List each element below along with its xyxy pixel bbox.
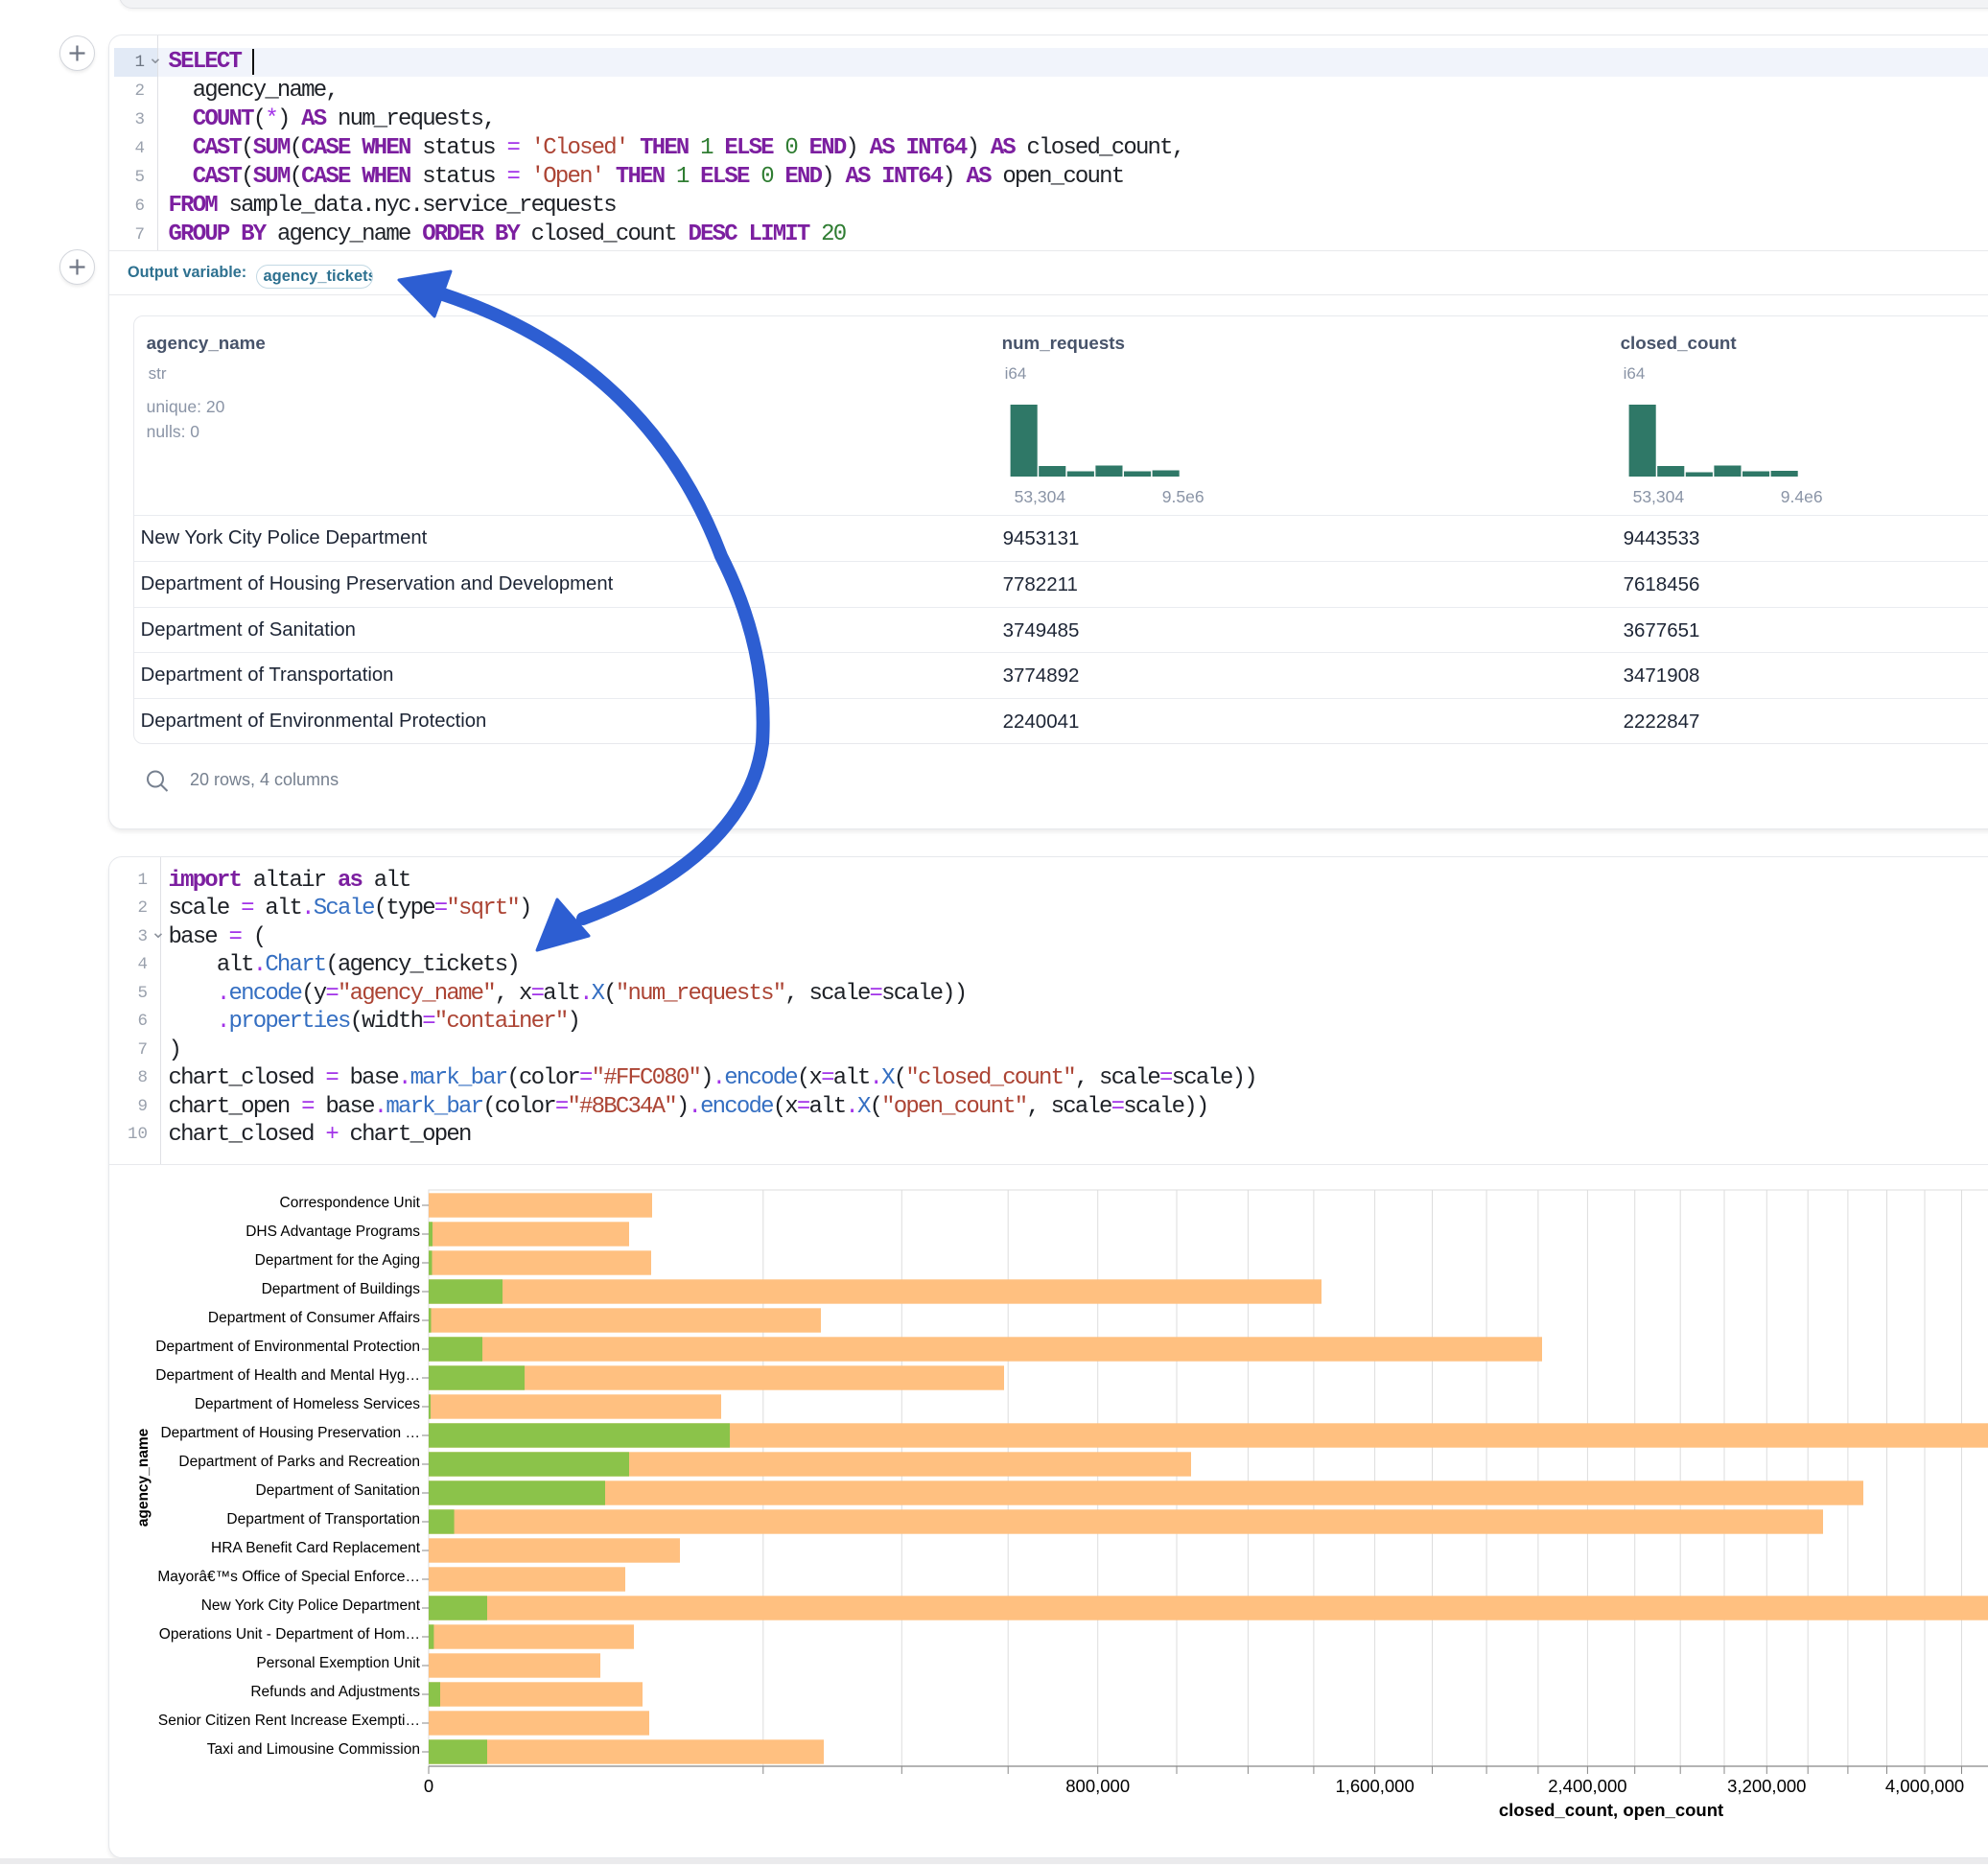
svg-text:3,200,000: 3,200,000 xyxy=(1727,1776,1806,1796)
svg-text:800,000: 800,000 xyxy=(1065,1776,1130,1796)
svg-text:4,000,000: 4,000,000 xyxy=(1885,1776,1964,1796)
svg-text:DHS Advantage Programs: DHS Advantage Programs xyxy=(246,1224,420,1240)
svg-text:Operations Unit - Department o: Operations Unit - Department of Hom… xyxy=(159,1626,420,1643)
svg-text:Department of Environmental Pr: Department of Environmental Protection xyxy=(155,1339,420,1355)
svg-text:Department of Sanitation: Department of Sanitation xyxy=(256,1482,420,1499)
svg-text:Refunds and Adjustments: Refunds and Adjustments xyxy=(250,1684,420,1700)
svg-text:Personal Exemption Unit: Personal Exemption Unit xyxy=(256,1655,420,1671)
svg-text:Senior Citizen Rent Increase E: Senior Citizen Rent Increase Exempti… xyxy=(158,1713,420,1729)
svg-text:New York City Police Departmen: New York City Police Department xyxy=(201,1597,421,1614)
svg-text:1,600,000: 1,600,000 xyxy=(1335,1776,1414,1796)
svg-text:HRA Benefit Card Replacement: HRA Benefit Card Replacement xyxy=(211,1540,421,1556)
svg-text:Department of Consumer Affairs: Department of Consumer Affairs xyxy=(208,1310,420,1326)
svg-text:Department of Health and Menta: Department of Health and Mental Hyg… xyxy=(155,1367,420,1384)
svg-text:Department of Parks and Recrea: Department of Parks and Recreation xyxy=(178,1454,420,1470)
svg-text:Department of Housing Preserva: Department of Housing Preservation … xyxy=(160,1425,420,1441)
svg-text:Mayorâ€™s Office of Special En: Mayorâ€™s Office of Special Enforce… xyxy=(157,1569,420,1585)
svg-text:Department for the Aging: Department for the Aging xyxy=(255,1252,420,1269)
svg-text:0: 0 xyxy=(424,1776,433,1796)
svg-text:Correspondence Unit: Correspondence Unit xyxy=(280,1195,421,1211)
svg-text:Department of Homeless Service: Department of Homeless Services xyxy=(195,1396,420,1412)
svg-text:Department of Transportation: Department of Transportation xyxy=(226,1511,420,1527)
svg-text:2,400,000: 2,400,000 xyxy=(1548,1776,1626,1796)
svg-text:Department of Buildings: Department of Buildings xyxy=(262,1281,421,1297)
svg-text:closed_count, open_count: closed_count, open_count xyxy=(1499,1800,1723,1820)
svg-text:Taxi and Limousine Commission: Taxi and Limousine Commission xyxy=(207,1741,420,1758)
svg-text:agency_name: agency_name xyxy=(135,1428,152,1527)
